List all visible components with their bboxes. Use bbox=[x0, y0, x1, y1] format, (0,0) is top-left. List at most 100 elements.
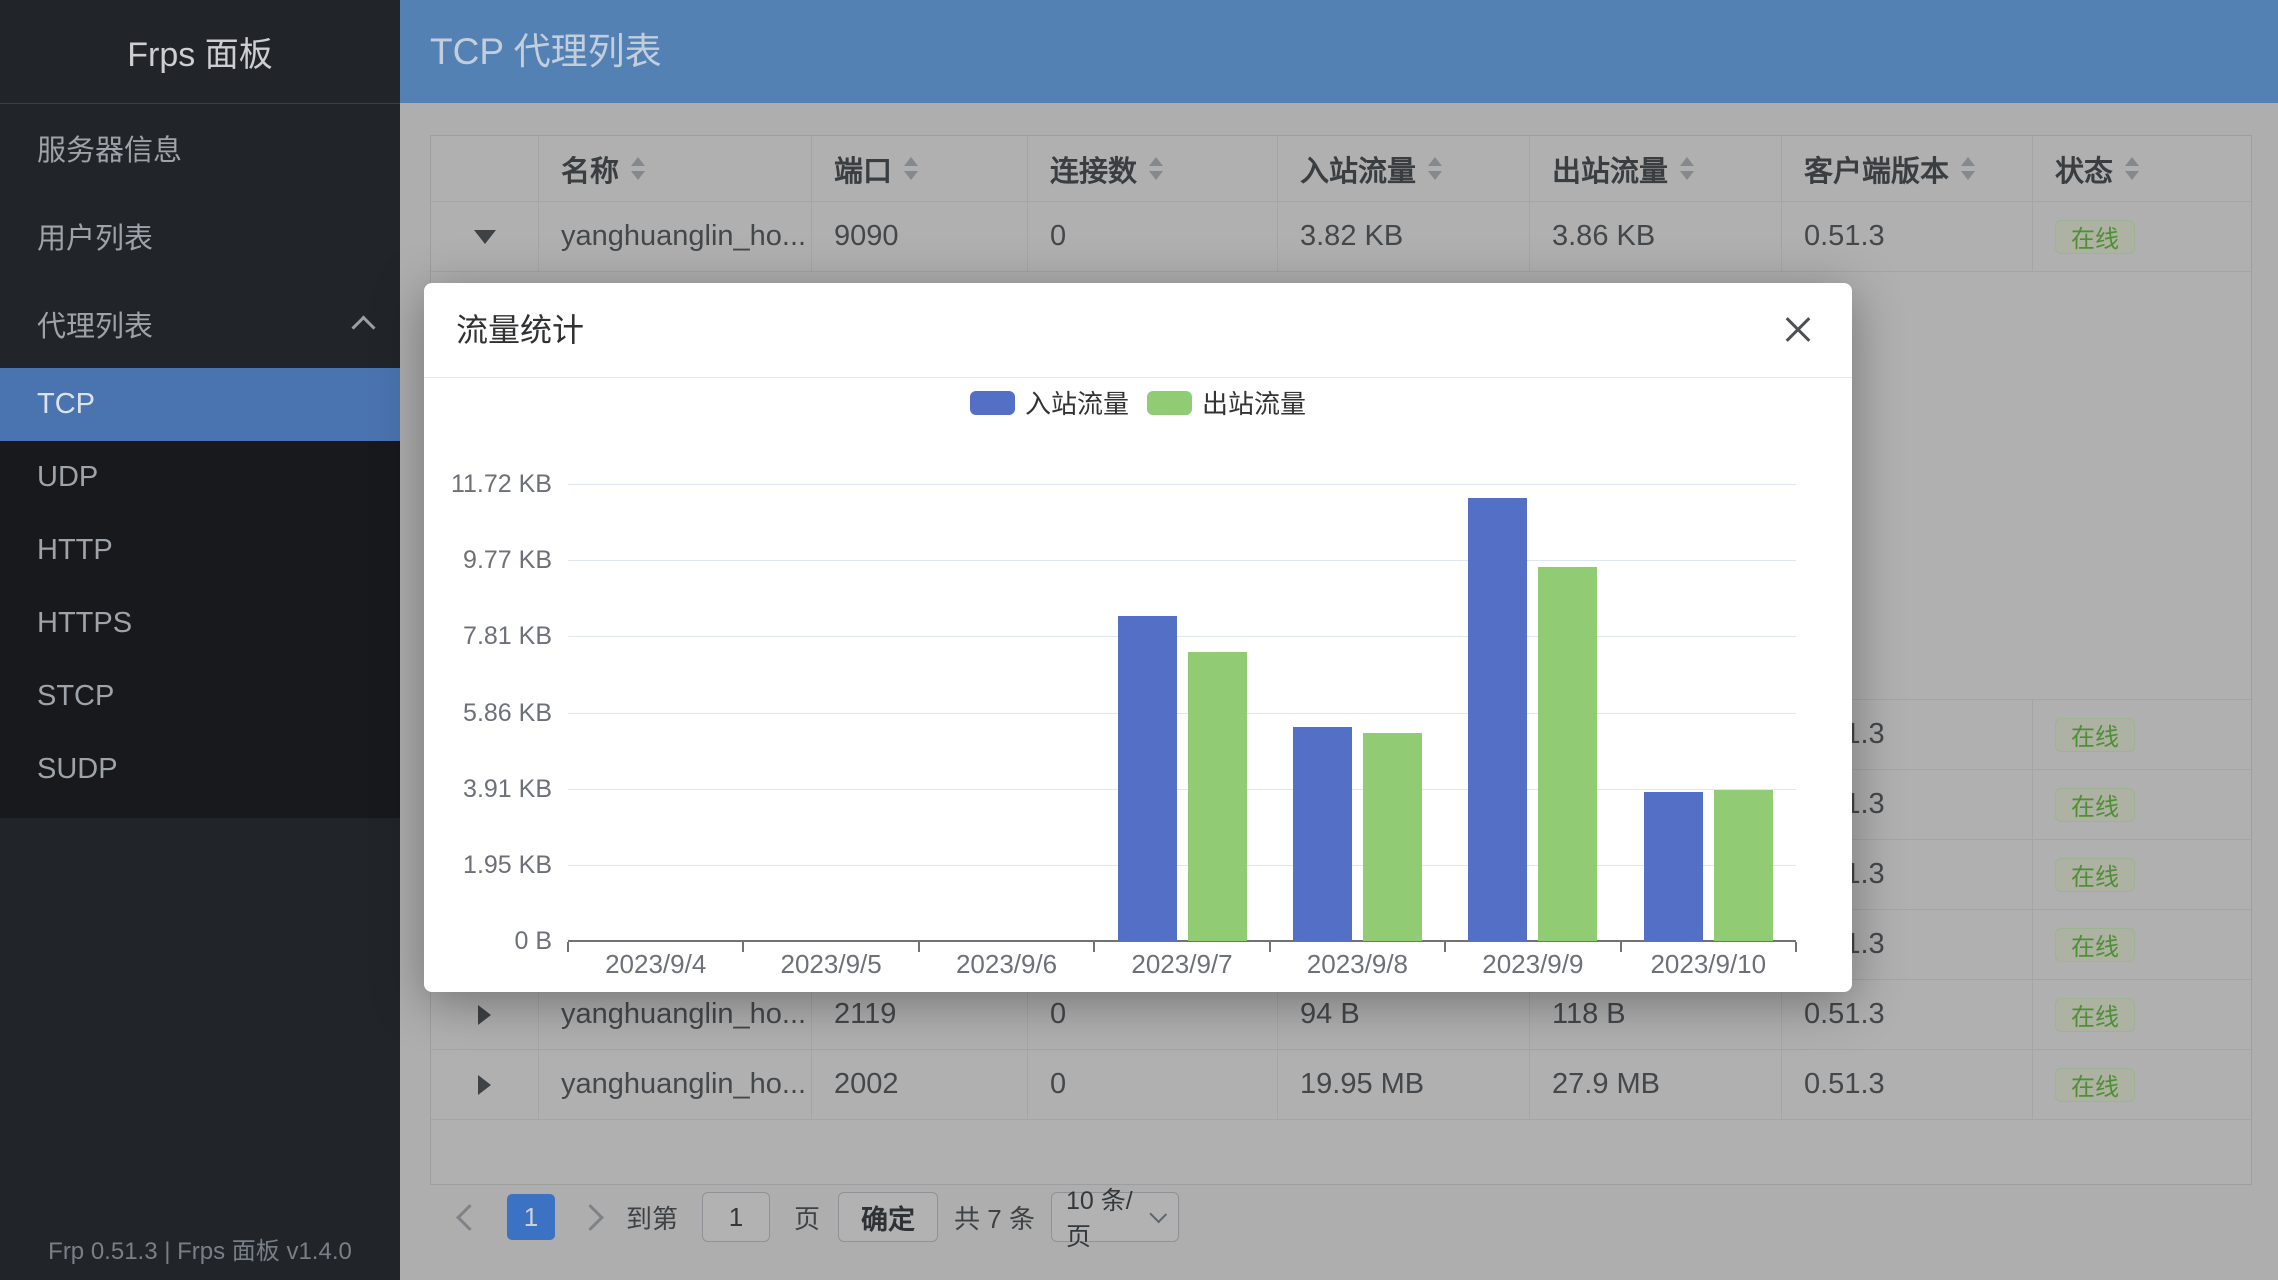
table-row: yanghuanglin_ho...909003.82 KB3.86 KB0.5… bbox=[431, 202, 2251, 272]
table-empty-area bbox=[431, 1120, 2251, 1184]
chevron-up-icon bbox=[351, 315, 375, 339]
page-number-button[interactable]: 1 bbox=[507, 1194, 555, 1240]
x-axis-tick-label: 2023/9/5 bbox=[743, 949, 918, 980]
goto-page-input[interactable]: 1 bbox=[702, 1192, 770, 1242]
page-size-select[interactable]: 10 条/页 bbox=[1051, 1192, 1179, 1242]
page-header: TCP 代理列表 bbox=[400, 0, 2278, 103]
confirm-button[interactable]: 确定 bbox=[838, 1192, 938, 1242]
expand-row-icon[interactable] bbox=[478, 1005, 491, 1025]
sort-icon[interactable] bbox=[1680, 157, 1694, 180]
column-header-traffic_in[interactable]: 入站流量 bbox=[1278, 136, 1530, 201]
sort-desc-icon[interactable] bbox=[1428, 171, 1442, 180]
column-header-_status[interactable]: 状态 bbox=[2033, 136, 2251, 201]
cell-status: 在线 bbox=[2033, 770, 2251, 839]
sidebar-item-udp[interactable]: UDP bbox=[0, 441, 400, 514]
submenu-label: HTTP bbox=[37, 534, 113, 567]
sort-desc-icon[interactable] bbox=[2125, 171, 2139, 180]
gridline bbox=[568, 865, 1796, 866]
sidebar-item-https[interactable]: HTTPS bbox=[0, 587, 400, 660]
column-header-label: 客户端版本 bbox=[1804, 148, 1949, 190]
sort-desc-icon[interactable] bbox=[1149, 171, 1163, 180]
sort-desc-icon[interactable] bbox=[1961, 171, 1975, 180]
status-badge: 在线 bbox=[2055, 788, 2135, 822]
page-title: TCP 代理列表 bbox=[400, 0, 2278, 103]
x-axis-line bbox=[568, 940, 1796, 942]
cell-status: 在线 bbox=[2033, 700, 2251, 769]
collapse-row-icon[interactable] bbox=[474, 230, 496, 244]
sidebar-item-label: 服务器信息 bbox=[37, 127, 182, 169]
gridline bbox=[568, 484, 1796, 485]
sort-icon[interactable] bbox=[631, 157, 645, 180]
sort-icon[interactable] bbox=[1961, 157, 1975, 180]
cell-name: yanghuanglin_ho... bbox=[539, 202, 812, 271]
gridline bbox=[568, 713, 1796, 714]
column-header-expand bbox=[431, 136, 539, 201]
y-axis-tick-label: 3.91 KB bbox=[422, 775, 552, 804]
version-footer: Frp 0.51.3 | Frps 面板 v1.4.0 bbox=[0, 1231, 400, 1266]
sort-desc-icon[interactable] bbox=[904, 171, 918, 180]
gridline bbox=[568, 636, 1796, 637]
bar-inbound bbox=[1118, 616, 1177, 941]
x-axis-tick-label: 2023/9/7 bbox=[1094, 949, 1269, 980]
y-axis-tick-label: 0 B bbox=[422, 927, 552, 956]
cell-expand bbox=[431, 1050, 539, 1119]
cell-connections: 0 bbox=[1028, 202, 1278, 271]
sidebar-item-label: 代理列表 bbox=[37, 303, 355, 345]
sidebar-item-sudp[interactable]: SUDP bbox=[0, 733, 400, 806]
sidebar-item-http[interactable]: HTTP bbox=[0, 514, 400, 587]
total-count-label: 共 7 条 bbox=[954, 1199, 1035, 1236]
sort-asc-icon[interactable] bbox=[2125, 157, 2139, 166]
x-axis-tick-label: 2023/9/6 bbox=[919, 949, 1094, 980]
bar-outbound bbox=[1538, 567, 1597, 941]
table-header-row: 名称 端口 连接数入站流量出站流量客户端版本 状态 bbox=[431, 136, 2251, 202]
sidebar-item-user-list[interactable]: 用户列表 bbox=[0, 192, 400, 280]
sort-asc-icon[interactable] bbox=[904, 157, 918, 166]
sort-asc-icon[interactable] bbox=[631, 157, 645, 166]
sort-asc-icon[interactable] bbox=[1961, 157, 1975, 166]
cell-status: 在线 bbox=[2033, 1050, 2251, 1119]
status-badge: 在线 bbox=[2055, 998, 2135, 1032]
status-badge: 在线 bbox=[2055, 220, 2135, 254]
column-header-traffic_out[interactable]: 出站流量 bbox=[1530, 136, 1782, 201]
column-header-version[interactable]: 客户端版本 bbox=[1782, 136, 2033, 201]
goto-prefix-label: 到第 bbox=[626, 1199, 678, 1236]
expand-row-icon[interactable] bbox=[478, 1075, 491, 1095]
y-axis-tick-label: 9.77 KB bbox=[422, 546, 552, 575]
sort-asc-icon[interactable] bbox=[1149, 157, 1163, 166]
traffic-bar-chart: 0 B1.95 KB3.91 KB5.86 KB7.81 KB9.77 KB11… bbox=[424, 283, 1852, 992]
cell-status: 在线 bbox=[2033, 980, 2251, 1049]
column-header-label: 端口 bbox=[834, 148, 892, 190]
traffic-stats-dialog: 流量统计 入站流量 出站流量 0 B1.95 KB3.91 KB5.86 KB7… bbox=[424, 283, 1852, 992]
sort-desc-icon[interactable] bbox=[631, 171, 645, 180]
cell-version: 0.51.3 bbox=[1782, 202, 2033, 271]
status-badge: 在线 bbox=[2055, 718, 2135, 752]
sort-icon[interactable] bbox=[1428, 157, 1442, 180]
cell-status: 在线 bbox=[2033, 202, 2251, 271]
bar-inbound bbox=[1293, 727, 1352, 941]
y-axis-tick-label: 7.81 KB bbox=[422, 622, 552, 651]
status-badge: 在线 bbox=[2055, 1068, 2135, 1102]
column-header-port[interactable]: 端口 bbox=[812, 136, 1028, 201]
sort-asc-icon[interactable] bbox=[1680, 157, 1694, 166]
y-axis-tick-label: 5.86 KB bbox=[422, 699, 552, 728]
column-header-connections[interactable]: 连接数 bbox=[1028, 136, 1278, 201]
sidebar-item-stcp[interactable]: STCP bbox=[0, 660, 400, 733]
sidebar-item-tcp[interactable]: TCP bbox=[0, 368, 400, 441]
x-axis-tick-label: 2023/9/10 bbox=[1621, 949, 1796, 980]
cell-status: 在线 bbox=[2033, 840, 2251, 909]
sort-icon[interactable] bbox=[904, 157, 918, 180]
cell-connections: 0 bbox=[1028, 1050, 1278, 1119]
sidebar-item-server-info[interactable]: 服务器信息 bbox=[0, 104, 400, 192]
column-header-label: 名称 bbox=[561, 148, 619, 190]
column-header-name[interactable]: 名称 bbox=[539, 136, 812, 201]
sidebar-item-proxy-list[interactable]: 代理列表 bbox=[0, 280, 400, 368]
next-page-icon[interactable] bbox=[577, 1204, 604, 1231]
sort-desc-icon[interactable] bbox=[1680, 171, 1694, 180]
cell-name: yanghuanglin_ho... bbox=[539, 1050, 812, 1119]
bar-outbound bbox=[1714, 790, 1773, 941]
sort-icon[interactable] bbox=[2125, 157, 2139, 180]
prev-page-icon[interactable] bbox=[456, 1204, 483, 1231]
sort-asc-icon[interactable] bbox=[1428, 157, 1442, 166]
sort-icon[interactable] bbox=[1149, 157, 1163, 180]
y-axis-tick-label: 1.95 KB bbox=[422, 851, 552, 880]
